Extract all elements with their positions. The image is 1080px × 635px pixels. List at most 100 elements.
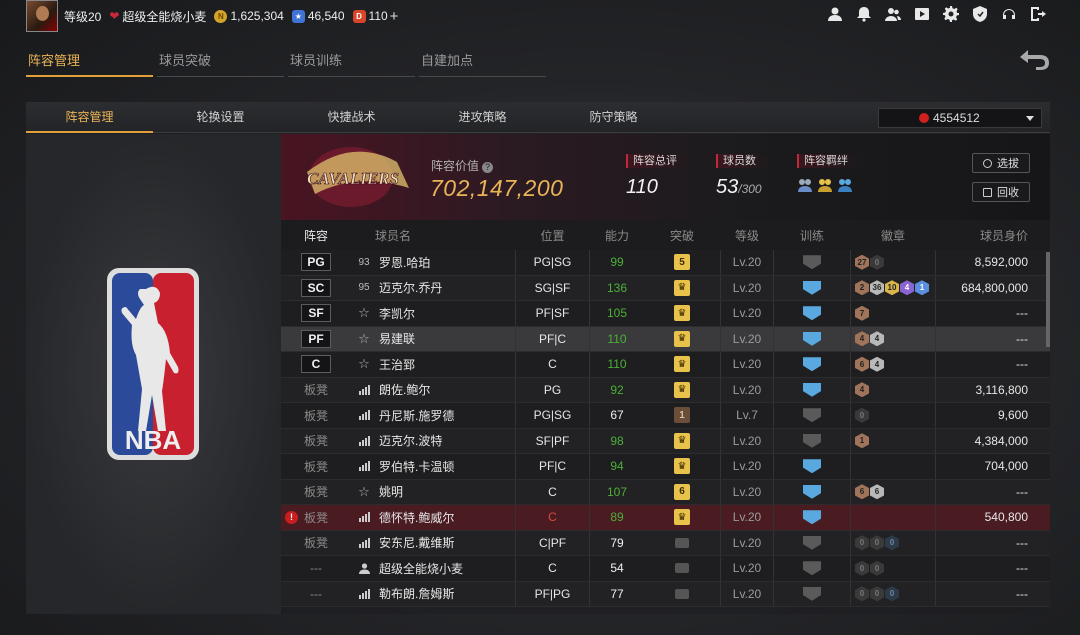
slot-cell[interactable]: 板凳 (281, 454, 351, 479)
badges-cell[interactable]: 000 (850, 530, 936, 555)
badges-cell[interactable]: 1 (850, 428, 936, 453)
badge-icon[interactable]: 0 (885, 586, 899, 602)
friends-icon[interactable] (885, 6, 901, 22)
slot-cell[interactable]: 板凳 (281, 378, 351, 403)
badges-cell[interactable]: 4 (850, 377, 936, 402)
breakthrough-cell[interactable] (644, 582, 720, 607)
table-row[interactable]: 板凳 德怀特.鲍威尔 C 89 ♛ Lv.20 540,800! (281, 505, 1050, 531)
col-badges[interactable]: 徽章 (850, 227, 936, 244)
badge-icon[interactable]: 6 (855, 484, 869, 500)
table-row[interactable]: 板凳 丹尼斯.施罗德 PG|SG 67 1 Lv.7 0 9,600 (281, 403, 1050, 429)
name-cell[interactable]: 朗佐.鲍尔 (351, 378, 515, 403)
synergy-gray-icon[interactable] (797, 177, 813, 193)
training-cell[interactable] (774, 480, 850, 505)
table-row[interactable]: 板凳 迈克尔.波特 SF|PF 98 ♛ Lv.20 1 4,384,000 (281, 428, 1050, 454)
sub-tab-defense[interactable]: 防守策略 (550, 102, 677, 133)
badge-icon[interactable]: 1 (915, 280, 929, 296)
name-cell[interactable]: 95 迈克尔.乔丹 (351, 276, 515, 301)
training-icon[interactable] (803, 331, 821, 346)
breakthrough-cell[interactable]: ♛ (644, 505, 720, 530)
breakthrough-cell[interactable]: 6 (644, 480, 720, 505)
team-select-dropdown[interactable]: 4554512 (878, 108, 1042, 128)
col-breakthrough[interactable]: 突破 (644, 227, 720, 244)
table-row[interactable]: SC 95 迈克尔.乔丹 SG|SF 136 ♛ Lv.20 2 36 10 4 1 684,800,0… (281, 275, 1050, 301)
badges-cell[interactable] (850, 454, 936, 479)
badge-icon[interactable]: 4 (900, 280, 914, 296)
headset-icon[interactable] (1001, 6, 1017, 22)
slot-cell[interactable]: C (281, 352, 351, 377)
name-cell[interactable]: 德怀特.鲍威尔 (351, 505, 515, 530)
recycle-button[interactable]: 回收 (972, 182, 1030, 202)
training-cell[interactable] (774, 531, 850, 556)
badge-icon[interactable]: 6 (870, 484, 884, 500)
badges-cell[interactable]: 64 (850, 352, 936, 377)
breakthrough-cell[interactable] (644, 531, 720, 556)
badges-cell[interactable]: 27 0 (850, 250, 936, 275)
training-cell[interactable] (774, 556, 850, 581)
badges-cell[interactable]: 0 (850, 403, 936, 428)
name-cell[interactable]: 迈克尔.波特 (351, 429, 515, 454)
slot-cell[interactable]: 板凳 (281, 480, 351, 505)
settings-icon[interactable] (943, 6, 959, 22)
synergy-gold-icon[interactable] (817, 177, 833, 193)
col-training[interactable]: 训练 (774, 227, 850, 244)
sub-tab-lineup[interactable]: 阵容管理 (26, 102, 153, 133)
name-cell[interactable]: ☆ 易建联 (351, 327, 515, 352)
table-row[interactable]: 板凳 朗佐.鲍尔 PG 92 ♛ Lv.20 4 3,116,800 (281, 377, 1050, 403)
badge-icon[interactable]: 4 (870, 356, 884, 372)
col-name[interactable]: 球员名 (351, 227, 515, 244)
main-tab-training[interactable]: 球员训练 (288, 50, 415, 77)
training-icon[interactable] (803, 255, 821, 270)
training-icon[interactable] (803, 433, 821, 448)
slot-cell[interactable]: 板凳 (281, 403, 351, 428)
training-cell[interactable] (774, 582, 850, 607)
col-position[interactable]: 位置 (515, 227, 590, 244)
slot-cell[interactable]: PF (281, 327, 351, 352)
badge-icon[interactable]: 1 (855, 433, 869, 449)
badges-cell[interactable]: 44 (850, 326, 936, 351)
training-cell[interactable] (774, 378, 850, 403)
slot-cell[interactable]: SC (281, 276, 351, 301)
table-row[interactable]: 板凳 罗伯特.卡温顿 PF|C 94 ♛ Lv.20 704,000 (281, 454, 1050, 480)
col-ability[interactable]: 能力 (590, 227, 644, 244)
table-row[interactable]: SF ☆ 李凯尔 PF|SF 105 ♛ Lv.20 7 --- (281, 301, 1050, 327)
training-cell[interactable] (774, 250, 850, 275)
help-icon[interactable]: ? (482, 162, 494, 173)
slot-cell[interactable]: 板凳 (281, 531, 351, 556)
name-cell[interactable]: ☆ 王治郅 (351, 352, 515, 377)
badge-icon[interactable]: 7 (855, 305, 869, 321)
col-level[interactable]: 等级 (720, 227, 774, 244)
badge-icon[interactable]: 36 (870, 280, 884, 296)
breakthrough-cell[interactable]: ♛ (644, 429, 720, 454)
training-cell[interactable] (774, 505, 850, 530)
badge-icon[interactable]: 0 (870, 560, 884, 576)
training-icon[interactable] (803, 459, 821, 474)
badge-icon[interactable]: 0 (870, 254, 884, 270)
badge-icon[interactable]: 4 (855, 331, 869, 347)
training-cell[interactable] (774, 301, 850, 326)
badges-cell[interactable] (850, 505, 936, 530)
badges-cell[interactable]: 66 (850, 479, 936, 504)
table-row[interactable]: 板凳 ☆ 姚明 C 107 6 Lv.20 6 6 --- (281, 479, 1050, 505)
slot-cell[interactable]: PG (281, 250, 351, 275)
breakthrough-cell[interactable]: ♛ (644, 378, 720, 403)
slot-cell[interactable]: 板凳 (281, 429, 351, 454)
logout-icon[interactable] (1030, 6, 1046, 22)
breakthrough-cell[interactable]: ♛ (644, 301, 720, 326)
back-arrow-icon[interactable] (1018, 48, 1050, 70)
badge-icon[interactable]: 0 (855, 560, 869, 576)
training-icon[interactable] (803, 535, 821, 550)
training-icon[interactable] (803, 586, 821, 601)
training-icon[interactable] (803, 561, 821, 576)
slot-cell[interactable]: SF (281, 301, 351, 326)
badge-icon[interactable]: 2 (855, 280, 869, 296)
sub-tab-rotation[interactable]: 轮换设置 (157, 102, 284, 133)
name-cell[interactable]: 勒布朗.詹姆斯 (351, 582, 515, 607)
synergy-blue-icon[interactable] (837, 177, 853, 193)
breakthrough-cell[interactable]: ♛ (644, 352, 720, 377)
breakthrough-cell[interactable]: ♛ (644, 454, 720, 479)
main-tab-lineup[interactable]: 阵容管理 (26, 50, 153, 77)
name-cell[interactable]: 罗伯特.卡温顿 (351, 454, 515, 479)
training-cell[interactable] (774, 403, 850, 428)
table-scrollbar[interactable] (1046, 252, 1050, 347)
